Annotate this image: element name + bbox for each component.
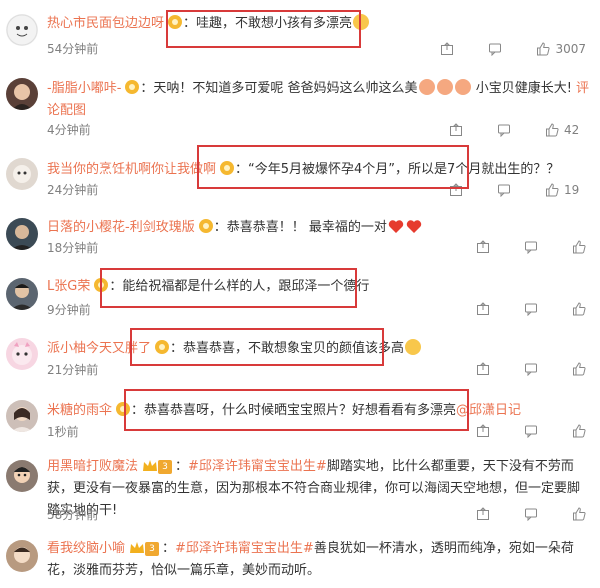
like-icon[interactable] bbox=[572, 240, 586, 254]
timestamp: 1秒前 bbox=[47, 425, 79, 439]
avatar[interactable] bbox=[6, 218, 38, 250]
emoji-icon bbox=[418, 79, 435, 95]
comment-item: 日落的小樱花-利剑玫瑰版 ：恭喜恭喜！！ 最幸福的一对 18分钟前 bbox=[0, 206, 600, 260]
username[interactable]: 米糖的雨伞 bbox=[47, 403, 112, 418]
like-count: 3007 bbox=[555, 42, 586, 56]
level-badge-icon: 3 bbox=[145, 542, 160, 556]
comment-item: 用黑暗打败魔法 3 ：#邱泽许玮甯宝宝出生#脚踏实地，比什么都重要，天下没有不劳而获… bbox=[0, 452, 600, 532]
emoji-icon bbox=[454, 79, 471, 95]
like-icon[interactable] bbox=[572, 424, 586, 438]
like-count: 42 bbox=[564, 123, 580, 137]
comment-icon[interactable] bbox=[497, 123, 511, 137]
comment-item: -脂脂小嘟咔- ：天呐！不知道多可爱呢 爸爸妈妈这么帅这么美 小宝贝健康长大! 评… bbox=[0, 62, 600, 146]
level-badge-icon: 3 bbox=[158, 460, 173, 474]
timestamp: 58分钟前 bbox=[47, 508, 99, 522]
comment-text: 天呐！不知道多可爱呢 爸爸妈妈这么帅这么美 bbox=[153, 81, 418, 96]
vip-crown-icon bbox=[143, 460, 158, 471]
emoji-icon bbox=[436, 79, 453, 95]
username[interactable]: 热心市民面包边边呀 bbox=[47, 16, 164, 31]
username[interactable]: 日落的小樱花-利剑玫瑰版 bbox=[47, 220, 195, 235]
avatar[interactable] bbox=[6, 158, 38, 190]
timestamp: 18分钟前 bbox=[47, 241, 99, 255]
timestamp: 21分钟前 bbox=[47, 363, 99, 377]
like-icon[interactable] bbox=[536, 42, 551, 56]
comment-icon[interactable] bbox=[524, 507, 538, 521]
avatar[interactable] bbox=[6, 400, 38, 432]
like-icon[interactable] bbox=[572, 302, 586, 316]
comment-icon[interactable] bbox=[524, 240, 538, 254]
like-count: 19 bbox=[564, 183, 580, 197]
level-badge-icon bbox=[198, 219, 213, 233]
username[interactable]: 用黑暗打败魔法 bbox=[47, 459, 138, 474]
highlight-box bbox=[130, 328, 384, 366]
level-badge-icon bbox=[125, 80, 140, 94]
avatar[interactable] bbox=[6, 338, 38, 370]
emoji-icon bbox=[405, 339, 422, 355]
heart-icon bbox=[406, 220, 422, 233]
share-icon[interactable] bbox=[476, 302, 490, 316]
comment-text: 恭喜恭喜！！ 最幸福的一对 bbox=[226, 220, 387, 235]
comment-item: 看我绞脑小喻 3 ：#邱泽许玮甯宝宝出生#善良犹如一杯清水，透明而纯净，宛如一朵荷花… bbox=[0, 532, 600, 588]
comment-icon[interactable] bbox=[497, 183, 511, 197]
comment-text-tail: 小宝贝健康长大! bbox=[475, 81, 572, 96]
timestamp: 9分钟前 bbox=[47, 303, 91, 317]
comment-icon[interactable] bbox=[488, 42, 502, 56]
username[interactable]: 我当你的烹饪机啊你让我做啊 bbox=[47, 162, 216, 177]
like-icon[interactable] bbox=[572, 507, 586, 521]
share-icon[interactable] bbox=[440, 42, 454, 56]
highlight-box bbox=[100, 268, 357, 308]
topic-tag[interactable]: #邱泽许玮甯宝宝出生# bbox=[188, 459, 327, 474]
highlight-box bbox=[197, 145, 469, 189]
share-icon[interactable] bbox=[449, 123, 463, 137]
comment-icon[interactable] bbox=[524, 362, 538, 376]
comment-icon[interactable] bbox=[524, 424, 538, 438]
avatar[interactable] bbox=[6, 14, 38, 46]
like-icon[interactable] bbox=[545, 183, 559, 197]
share-icon[interactable] bbox=[476, 240, 490, 254]
username[interactable]: 看我绞脑小喻 bbox=[47, 541, 125, 556]
timestamp: 24分钟前 bbox=[47, 183, 99, 197]
share-icon[interactable] bbox=[476, 424, 490, 438]
username[interactable]: L张G荣 bbox=[47, 279, 90, 294]
username[interactable]: -脂脂小嘟咔- bbox=[47, 81, 121, 96]
timestamp: 54分钟前 bbox=[47, 42, 99, 56]
vip-crown-icon bbox=[130, 542, 145, 553]
avatar[interactable] bbox=[6, 78, 38, 110]
highlight-box bbox=[166, 10, 361, 48]
share-icon[interactable] bbox=[476, 362, 490, 376]
topic-tag[interactable]: #邱泽许玮甯宝宝出生# bbox=[175, 541, 314, 556]
like-icon[interactable] bbox=[545, 123, 559, 137]
comment-icon[interactable] bbox=[524, 302, 538, 316]
highlight-box bbox=[124, 389, 469, 431]
like-icon[interactable] bbox=[572, 362, 586, 376]
share-icon[interactable] bbox=[476, 507, 490, 521]
timestamp: 4分钟前 bbox=[47, 123, 91, 137]
avatar[interactable] bbox=[6, 460, 38, 492]
avatar[interactable] bbox=[6, 278, 38, 310]
heart-icon bbox=[388, 220, 404, 233]
avatar[interactable] bbox=[6, 540, 38, 572]
